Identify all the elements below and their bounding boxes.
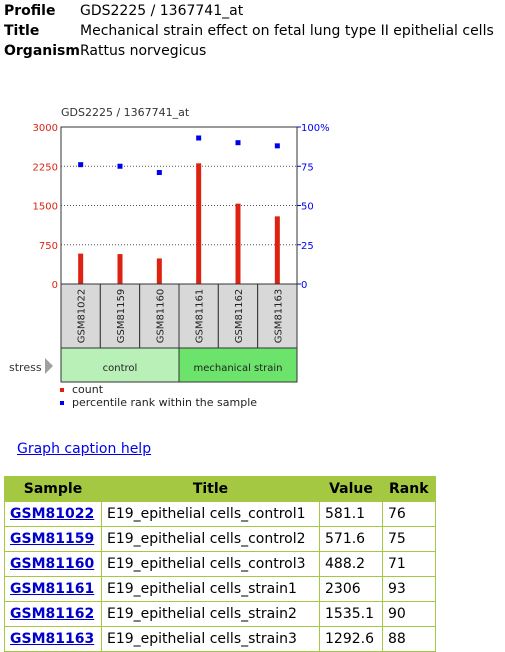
sample-value: 581.1 <box>319 501 383 527</box>
profile-value: GDS2225 / 1367741_at <box>80 3 244 19</box>
percentile-point <box>235 140 241 146</box>
sample-labels: GSM81022 GSM81159 GSM81160 GSM81161 GSM81162… <box>60 283 298 349</box>
percentile-point <box>274 143 280 149</box>
profile-row: Profile GDS2225 / 1367741_at <box>4 1 494 21</box>
organism-label: Organism <box>4 43 80 59</box>
table-row: GSM81022 E19_epithelial cells_control1 5… <box>4 501 436 527</box>
title-row: Title Mechanical strain effect on fetal … <box>4 21 494 41</box>
right-tick-label: 50 <box>301 202 314 213</box>
sample-label: GSM81161 <box>195 289 206 344</box>
sample-rank: 75 <box>382 526 436 552</box>
organism-row: Organism Rattus norvegicus <box>4 41 494 61</box>
sample-link[interactable]: GSM81159 <box>10 531 94 547</box>
sample-value: 571.6 <box>319 526 383 552</box>
legend-swatch <box>60 401 64 405</box>
table-row: GSM81159 E19_epithelial cells_control2 5… <box>4 526 436 552</box>
sample-rank: 76 <box>382 501 436 527</box>
count-bar <box>117 254 123 284</box>
header-title: Title <box>101 476 320 502</box>
sample-value: 1292.6 <box>319 626 383 652</box>
sample-label: GSM81162 <box>234 289 245 344</box>
sample-rank: 93 <box>382 576 436 602</box>
sample-label: GSM81160 <box>155 289 166 344</box>
chart-title: GDS2225 / 1367741_at <box>61 106 190 119</box>
sample-value: 1535.1 <box>319 601 383 627</box>
left-axis: 0 750 1500 2250 3000 <box>33 123 58 291</box>
factor-groups: control mechanical strain <box>60 347 298 383</box>
right-tick-label: 75 <box>301 162 314 173</box>
sample-rank: 90 <box>382 601 436 627</box>
grid-layer <box>61 165 297 246</box>
factor-label: stress <box>9 361 42 374</box>
header-value: Value <box>319 476 383 502</box>
sample-title: E19_epithelial cells_strain2 <box>101 601 320 627</box>
legend-label: count <box>72 383 104 396</box>
samples-table: Sample Title Value Rank GSM81022 E19_epi… <box>4 476 436 652</box>
percentile-points <box>78 135 280 176</box>
sample-title: E19_epithelial cells_control2 <box>101 526 320 552</box>
graph-caption-help-link[interactable]: Graph caption help <box>17 441 151 457</box>
sample-value: 2306 <box>319 576 383 602</box>
profile-meta: Profile GDS2225 / 1367741_at Title Mecha… <box>4 1 494 61</box>
sample-link[interactable]: GSM81161 <box>10 581 94 597</box>
percentile-point <box>117 163 123 169</box>
sample-link[interactable]: GSM81162 <box>10 606 94 622</box>
chart-legend: countpercentile rank within the sample <box>60 383 257 409</box>
group-label: mechanical strain <box>193 363 282 374</box>
sample-title: E19_epithelial cells_strain1 <box>101 576 320 602</box>
title-value: Mechanical strain effect on fetal lung t… <box>80 23 494 39</box>
right-tick-label: 0 <box>301 280 307 291</box>
left-tick-label: 750 <box>39 241 58 252</box>
table-header-row: Sample Title Value Rank <box>4 476 436 502</box>
sample-rank: 71 <box>382 551 436 577</box>
organism-value: Rattus norvegicus <box>80 43 207 59</box>
legend-swatch <box>60 388 64 392</box>
count-bar <box>235 203 241 284</box>
count-bars <box>78 163 280 284</box>
expression-chart: GDS2225 / 1367741_at 0 750 1500 2250 3000 0 2… <box>9 106 330 409</box>
percentile-point <box>156 170 162 176</box>
left-tick-label: 3000 <box>33 123 58 134</box>
sample-value: 488.2 <box>319 551 383 577</box>
sample-label: GSM81159 <box>116 289 127 344</box>
right-tick-label: 25 <box>301 241 314 252</box>
profile-label: Profile <box>4 3 56 19</box>
sample-link[interactable]: GSM81160 <box>10 556 94 572</box>
table-row: GSM81161 E19_epithelial cells_strain1 23… <box>4 576 436 602</box>
left-tick-label: 0 <box>52 280 58 291</box>
count-bar <box>78 253 84 284</box>
table-body: GSM81022 E19_epithelial cells_control1 5… <box>4 501 436 652</box>
right-tick-label: 100% <box>301 123 330 134</box>
sample-label: GSM81163 <box>273 289 284 344</box>
sample-link[interactable]: GSM81163 <box>10 631 94 647</box>
left-tick-label: 2250 <box>33 162 58 173</box>
group-label: control <box>103 363 138 374</box>
count-bar <box>196 163 202 284</box>
sample-rank: 88 <box>382 626 436 652</box>
sample-label: GSM81022 <box>77 289 88 344</box>
right-axis: 0 25 50 75 100% <box>297 123 330 291</box>
count-bar <box>274 216 280 284</box>
sample-title: E19_epithelial cells_control3 <box>101 551 320 577</box>
legend-label: percentile rank within the sample <box>72 396 257 409</box>
count-bar <box>156 258 162 284</box>
percentile-point <box>78 162 84 168</box>
sample-title: E19_epithelial cells_strain3 <box>101 626 320 652</box>
table-row: GSM81163 E19_epithelial cells_strain3 12… <box>4 626 436 652</box>
sample-title: E19_epithelial cells_control1 <box>101 501 320 527</box>
table-row: GSM81162 E19_epithelial cells_strain2 15… <box>4 601 436 627</box>
title-label: Title <box>4 23 40 39</box>
header-sample: Sample <box>4 476 102 502</box>
header-rank: Rank <box>382 476 436 502</box>
sample-link[interactable]: GSM81022 <box>10 506 94 522</box>
table-row: GSM81160 E19_epithelial cells_control3 4… <box>4 551 436 577</box>
percentile-point <box>196 135 202 141</box>
factor-arrow-icon[interactable] <box>45 358 53 374</box>
left-tick-label: 1500 <box>33 202 58 213</box>
